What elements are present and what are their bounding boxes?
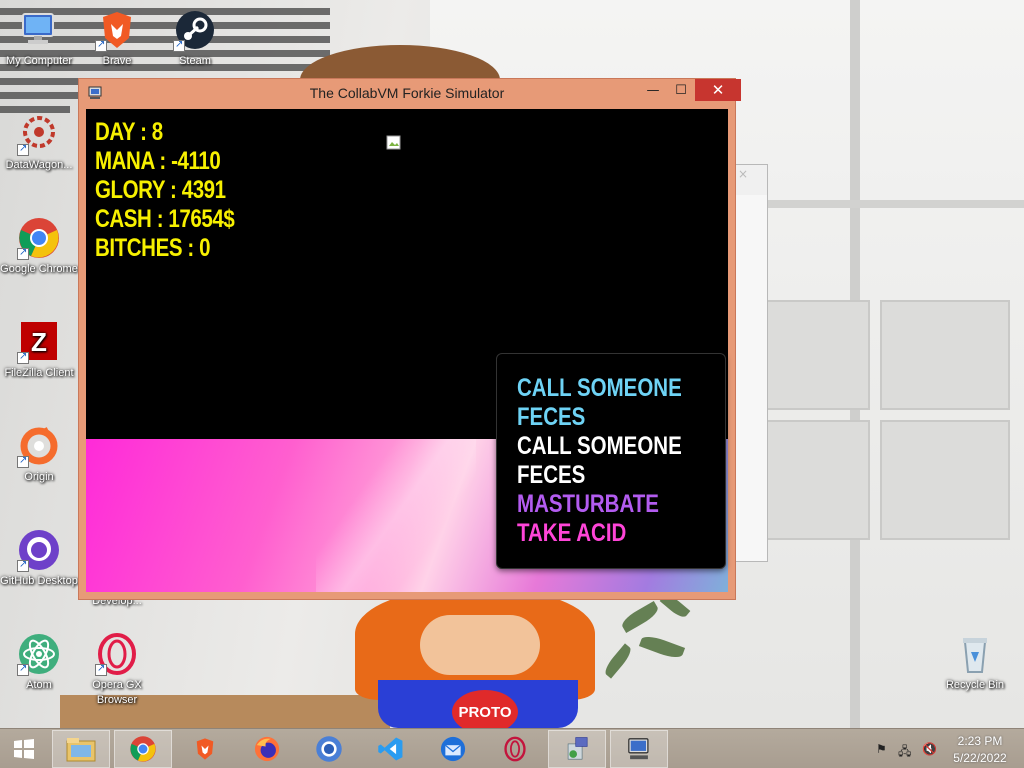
- background-window-titlebar[interactable]: ×: [734, 165, 767, 195]
- menu-item-take-acid[interactable]: TAKE ACID: [517, 519, 688, 548]
- taskbar-vs-code[interactable]: [362, 730, 420, 768]
- clock-time[interactable]: 2:23 PM: [950, 734, 1010, 748]
- filezilla-icon: Z: [17, 320, 61, 364]
- opera-gx-icon: [95, 632, 139, 676]
- taskbar-firefox[interactable]: [238, 730, 296, 768]
- install-icon: [567, 737, 588, 760]
- desktop-icon-recycle-bin[interactable]: Recycle Bin: [935, 632, 1015, 693]
- steam-icon: [173, 8, 217, 52]
- background-window[interactable]: ×: [733, 164, 768, 562]
- taskbar-file-explorer[interactable]: [52, 730, 110, 768]
- brave-icon: [196, 738, 214, 760]
- chrome-icon: [17, 216, 61, 260]
- desktop-icon-label: Atom: [26, 679, 52, 691]
- desktop-icon-opera-gx[interactable]: Opera GX Browser: [77, 632, 157, 708]
- desktop-icon-label: Brave: [102, 55, 132, 67]
- chromium-icon: [316, 736, 342, 762]
- taskbar-brave[interactable]: [176, 730, 234, 768]
- taskbar-chrome[interactable]: [114, 730, 172, 768]
- desktop-icon-steam[interactable]: Steam: [155, 8, 235, 69]
- desktop-icon-origin[interactable]: Origin: [0, 424, 79, 485]
- taskbar-collabvm[interactable]: [610, 730, 668, 768]
- action-center-flag-icon[interactable]: ⚑: [876, 742, 892, 756]
- broken-image-icon: [386, 135, 401, 150]
- svg-text:Z: Z: [31, 327, 47, 357]
- desktop-icon-filezilla[interactable]: Z FileZilla Client: [0, 320, 79, 381]
- chrome-icon: [130, 736, 156, 762]
- thunderbird-icon: [440, 736, 466, 762]
- computer-icon: [17, 8, 61, 52]
- atom-icon: [17, 632, 61, 676]
- menu-item-feces-1[interactable]: FECES: [517, 403, 688, 432]
- menu-item-call-someone-1[interactable]: CALL SOMEONE: [517, 374, 688, 403]
- desktop-icon-github-desktop[interactable]: GitHub Desktop: [0, 528, 79, 589]
- recycle-bin-icon: [953, 632, 997, 676]
- taskbar: ⚑ 🖧 🔇 2:23 PM 5/22/2022: [0, 728, 1024, 768]
- desktop-icon-google-chrome[interactable]: Google Chrome: [0, 216, 79, 277]
- close-button[interactable]: ✕: [695, 79, 741, 101]
- desktop-icon-label: Opera GX Browser: [92, 679, 142, 706]
- menu-item-feces-2[interactable]: FECES: [517, 461, 688, 490]
- desktop-icon-label: FileZilla Client: [4, 367, 74, 379]
- proto-badge: PROTO: [452, 690, 518, 728]
- minimize-icon: —: [646, 82, 660, 98]
- stat-cash: CASH : 17654$: [95, 205, 235, 233]
- close-icon[interactable]: ×: [738, 167, 748, 181]
- desktop-icon-atom[interactable]: Atom: [0, 632, 79, 693]
- desktop-icon-label: GitHub Desktop: [0, 575, 78, 587]
- desktop-icon-label: Steam: [179, 55, 211, 67]
- firefox-icon: [254, 736, 280, 762]
- taskbar-thunderbird[interactable]: [424, 730, 482, 768]
- stat-glory: GLORY : 4391: [95, 176, 226, 204]
- menu-item-call-someone-2[interactable]: CALL SOMEONE: [517, 432, 688, 461]
- menu-item-masturbate[interactable]: MASTURBATE: [517, 490, 688, 519]
- action-menu: CALL SOMEONE FECES CALL SOMEONE FECES MA…: [496, 353, 726, 569]
- minimize-button[interactable]: —: [639, 79, 667, 101]
- desktop-icon-my-computer[interactable]: My Computer: [0, 8, 79, 69]
- maximize-icon: ☐: [675, 82, 687, 98]
- desktop-icon-label: My Computer: [5, 55, 73, 67]
- desktop-icon-brave[interactable]: Brave: [77, 8, 157, 69]
- start-button[interactable]: [0, 729, 48, 768]
- stats-panel: DAY : 8 MANA : -4110 GLORY : 4391 CASH :…: [95, 118, 265, 263]
- window-title: The CollabVM Forkie Simulator: [309, 85, 505, 101]
- opera-icon: [504, 736, 526, 762]
- brave-icon: [95, 8, 139, 52]
- origin-icon: [17, 424, 61, 468]
- desktop-icon-label: DataWagon...: [5, 159, 73, 171]
- desktop-icon-datawagon[interactable]: DataWagon...: [0, 112, 79, 173]
- computer-icon: [628, 738, 649, 760]
- network-icon[interactable]: 🖧: [898, 742, 914, 758]
- stat-mana: MANA : -4110: [95, 147, 221, 175]
- volume-muted-icon[interactable]: 🔇: [922, 742, 938, 756]
- maximize-button[interactable]: ☐: [667, 79, 695, 101]
- close-icon: ✕: [711, 81, 725, 99]
- taskbar-chromium[interactable]: [300, 730, 358, 768]
- window-titlebar[interactable]: The CollabVM Forkie Simulator — ☐ ✕: [79, 79, 741, 107]
- taskbar-installer[interactable]: [548, 730, 606, 768]
- desktop-icon-label: Origin: [24, 471, 54, 483]
- taskbar-opera[interactable]: [486, 730, 544, 768]
- clock-date[interactable]: 5/22/2022: [950, 751, 1010, 765]
- stat-day: DAY : 8: [95, 118, 163, 146]
- desktop-icon-label: Recycle Bin: [945, 679, 1005, 691]
- windows-logo-icon: [14, 739, 34, 759]
- stat-bitches: BITCHES : 0: [95, 234, 211, 262]
- github-icon: [17, 528, 61, 572]
- datawagon-icon: [17, 112, 61, 156]
- desktop-icon-label: Google Chrome: [0, 263, 78, 275]
- vs-code-icon: [378, 737, 403, 761]
- file-explorer-icon: [66, 738, 96, 762]
